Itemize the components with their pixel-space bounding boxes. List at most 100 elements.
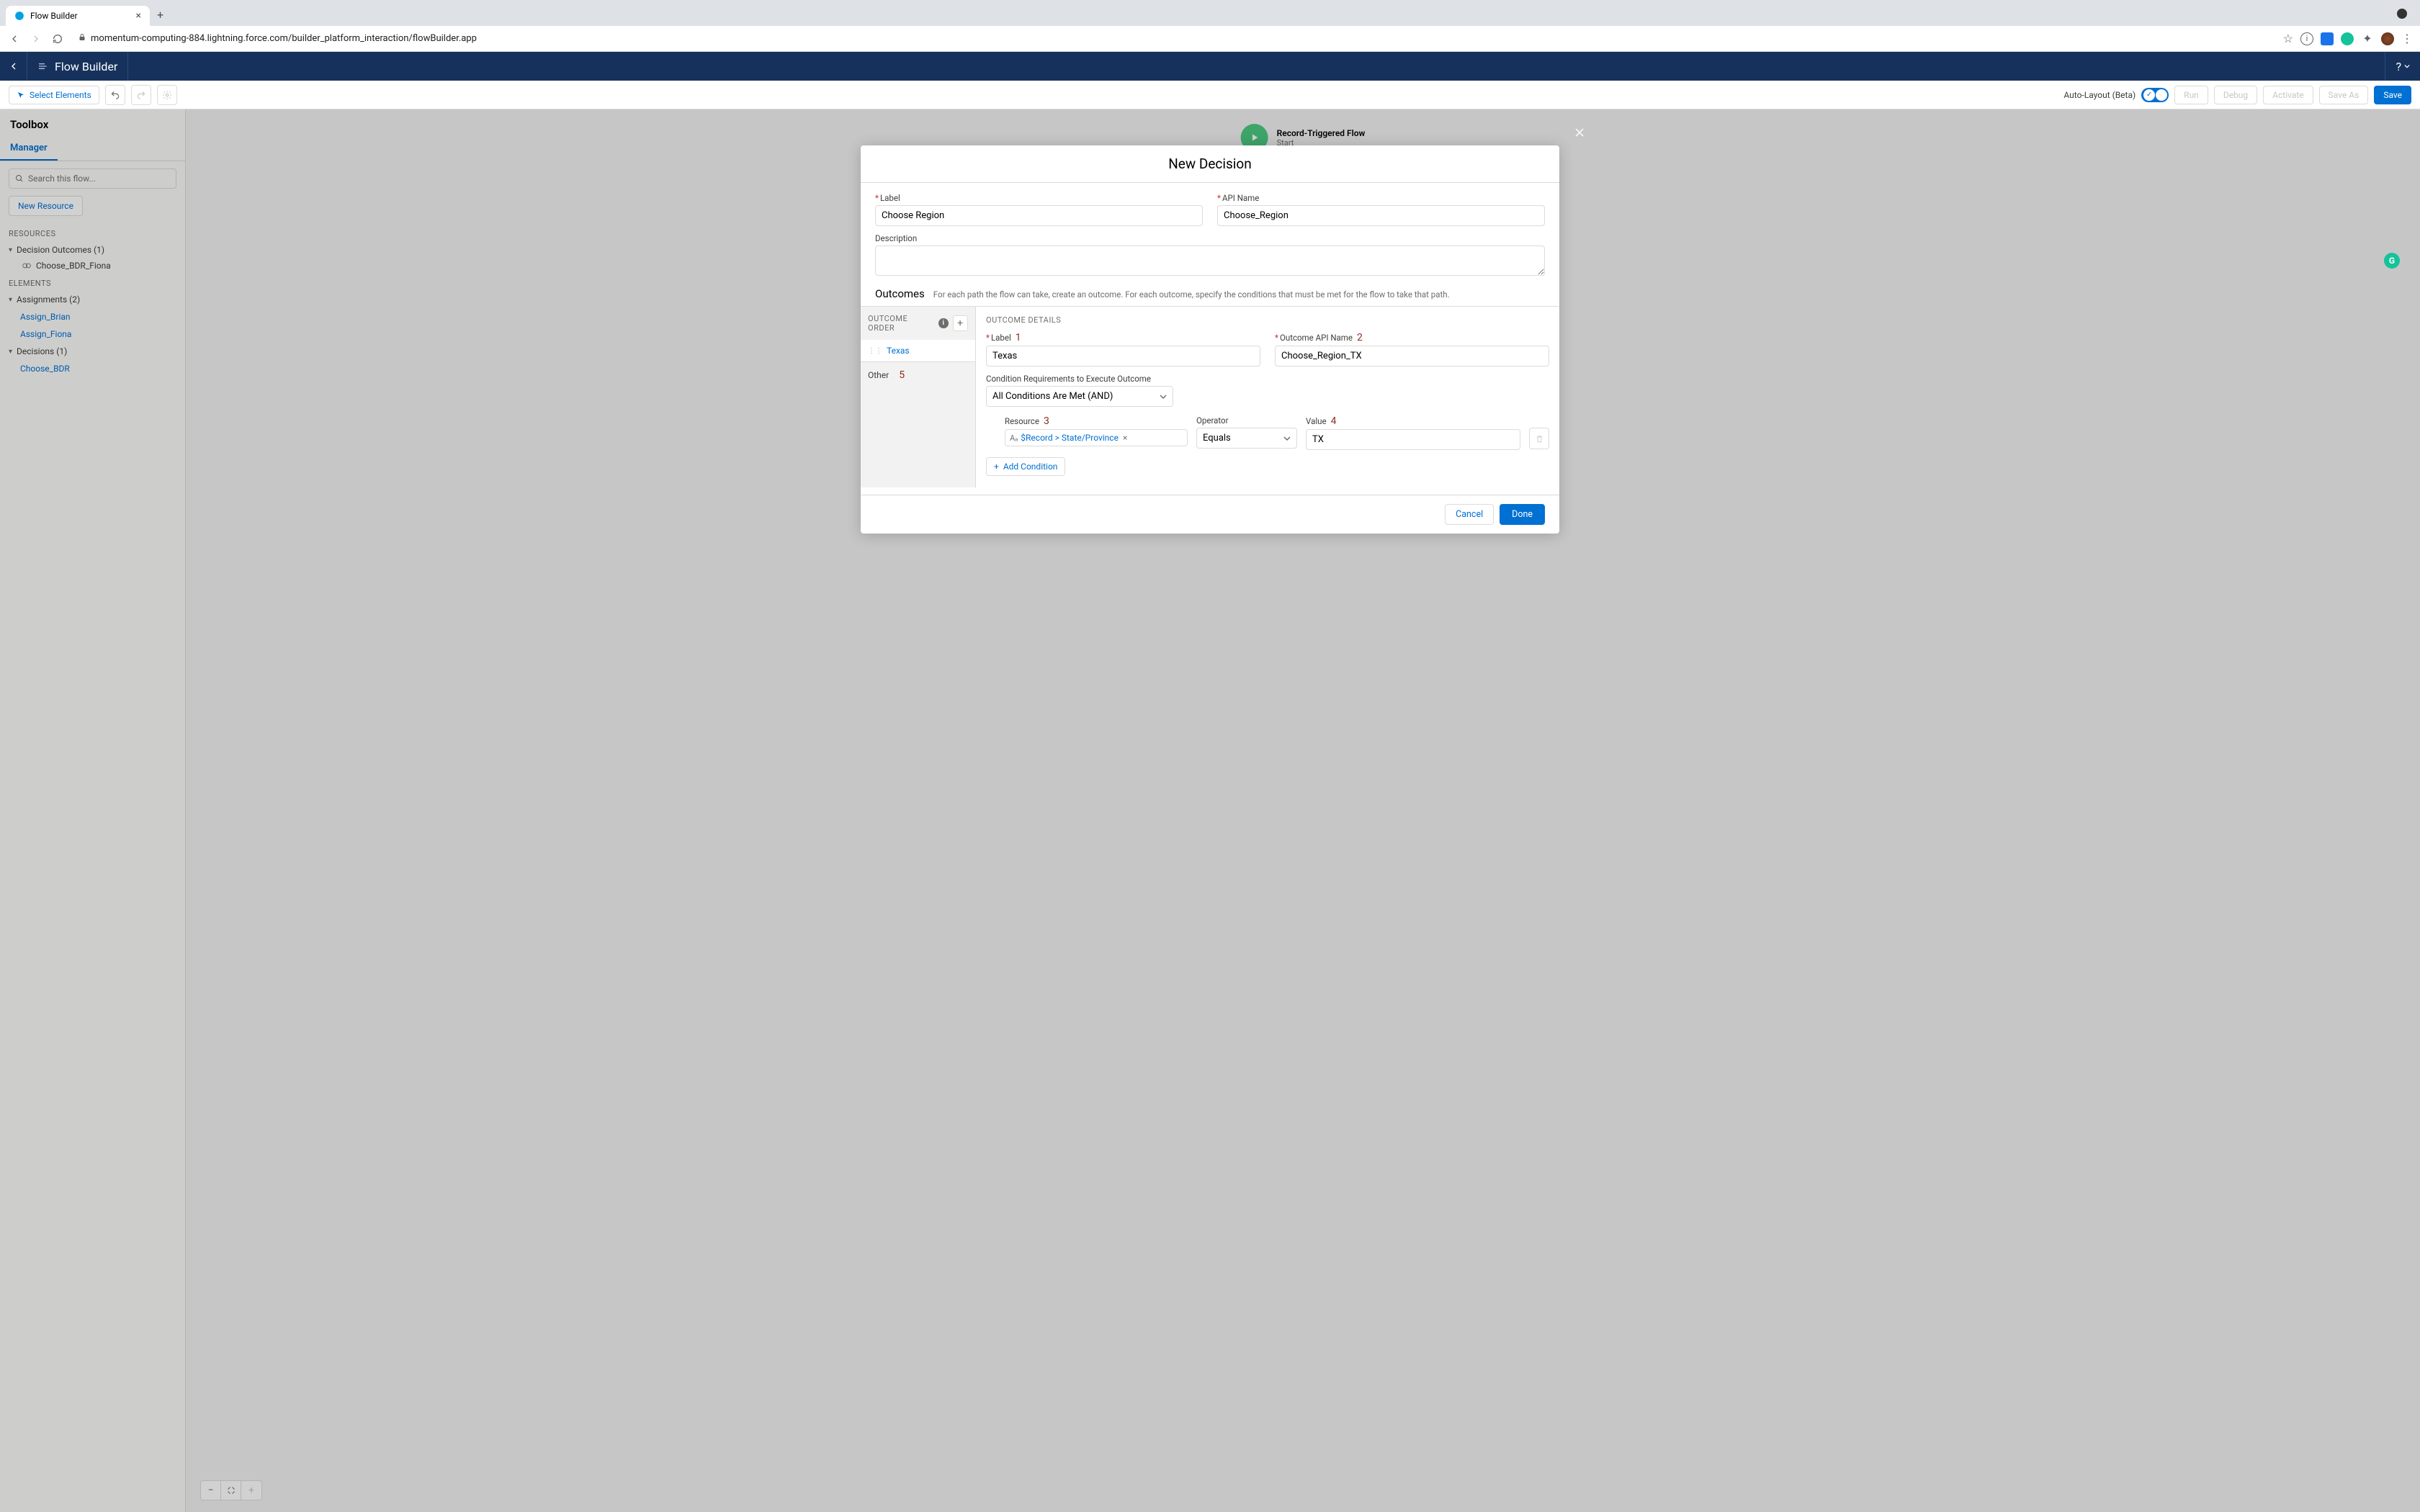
app-back-button[interactable] — [0, 52, 27, 81]
app-header: Flow Builder ? — [0, 52, 2420, 81]
api-name-input[interactable] — [1217, 205, 1545, 226]
outcomes-body: OUTCOME ORDER i + ⋮⋮ Texas Other 5 OUTCO… — [861, 306, 1559, 487]
new-tab-button[interactable]: + — [150, 4, 171, 26]
browser-tab[interactable]: Flow Builder × — [6, 6, 150, 26]
operator-label: Operator — [1196, 415, 1297, 426]
annotation-2: 2 — [1357, 332, 1363, 343]
outcomes-header: Outcomes For each path the flow can take… — [861, 283, 1559, 306]
salesforce-icon — [14, 11, 24, 21]
gear-icon — [162, 90, 172, 100]
outcome-item-other[interactable]: Other 5 — [861, 362, 975, 388]
trash-icon — [1535, 434, 1544, 444]
modal-overlay: × New Decision *Label *API Name Descript… — [0, 109, 2420, 1512]
pill-remove-icon[interactable]: × — [1123, 433, 1127, 443]
flow-icon — [37, 60, 49, 72]
resource-label: Resource3 — [1005, 415, 1188, 427]
app-toolbar: Select Elements Auto-Layout (Beta) ✓ Run… — [0, 81, 2420, 109]
modal-body: *Label *API Name Description G — [861, 183, 1559, 283]
star-icon[interactable]: ☆ — [2283, 32, 2293, 45]
annotation-1: 1 — [1016, 332, 1021, 343]
modal-footer: Cancel Done — [861, 495, 1559, 534]
annotation-4: 4 — [1331, 415, 1337, 427]
chevron-down-icon — [1160, 393, 1167, 400]
outcome-details-heading: OUTCOME DETAILS — [986, 315, 1549, 325]
annotation-5: 5 — [899, 369, 905, 381]
debug-button: Debug — [2214, 86, 2257, 104]
help-button[interactable]: ? — [2385, 52, 2420, 81]
avatar-icon[interactable] — [2381, 32, 2394, 45]
settings-button[interactable] — [157, 85, 177, 105]
extension-icons: i ✦ ⋮ — [2300, 32, 2413, 45]
tab-title: Flow Builder — [30, 11, 78, 21]
operator-select[interactable]: Equals — [1196, 428, 1297, 449]
window-control-icon[interactable] — [2397, 9, 2407, 19]
chevron-down-icon — [2404, 63, 2410, 69]
text-type-icon: Aₐ — [1010, 433, 1018, 443]
condition-row: Resource3 Aₐ $Record > State/Province × — [986, 415, 1549, 450]
modal-title: New Decision — [861, 145, 1559, 183]
window-controls — [2397, 8, 2414, 26]
outcome-details-panel: OUTCOME DETAILS *Label1 *Outcome API Nam… — [976, 307, 1559, 487]
cursor-icon — [17, 91, 25, 99]
activate-button: Activate — [2263, 86, 2313, 104]
reload-button[interactable] — [50, 32, 65, 46]
cancel-button[interactable]: Cancel — [1445, 504, 1494, 525]
done-button[interactable]: Done — [1500, 504, 1545, 525]
lock-icon — [78, 33, 86, 45]
plus-icon: + — [994, 462, 999, 472]
outcome-api-input[interactable] — [1275, 346, 1549, 366]
value-input[interactable] — [1306, 429, 1520, 450]
blue-ext-icon[interactable] — [2321, 32, 2334, 45]
outcome-label-field-label: *Label1 — [986, 332, 1260, 343]
auto-layout-label: Auto-Layout (Beta) — [2063, 90, 2136, 100]
main: Toolbox Manager New Resource RESOURCES ▾… — [0, 109, 2420, 1512]
grammarly-icon[interactable]: G — [2384, 253, 2400, 269]
resource-pill[interactable]: $Record > State/Province × — [1021, 433, 1127, 443]
app-title: Flow Builder — [27, 52, 128, 81]
browser-tab-bar: Flow Builder × + — [0, 0, 2420, 26]
annotation-3: 3 — [1044, 415, 1049, 427]
save-as-button: Save As — [2319, 86, 2369, 104]
value-label: Value4 — [1306, 415, 1520, 427]
back-button[interactable] — [7, 32, 22, 46]
app-title-text: Flow Builder — [55, 60, 117, 73]
puzzle-ext-icon[interactable]: ✦ — [2361, 32, 2374, 45]
auto-layout-toggle-wrap: Auto-Layout (Beta) ✓ — [2063, 88, 2169, 102]
outcome-item-texas[interactable]: ⋮⋮ Texas — [861, 340, 975, 362]
outcomes-heading: Outcomes — [875, 287, 925, 300]
resource-input[interactable]: Aₐ $Record > State/Province × — [1005, 429, 1188, 446]
auto-layout-toggle[interactable]: ✓ — [2141, 88, 2169, 102]
modal: New Decision *Label *API Name Descriptio… — [861, 145, 1559, 534]
forward-button[interactable] — [29, 32, 43, 46]
label-input[interactable] — [875, 205, 1203, 226]
info-ext-icon[interactable]: i — [2300, 32, 2313, 45]
condition-req-select[interactable]: All Conditions Are Met (AND) — [986, 386, 1173, 407]
browser-address-row: momentum-computing-884.lightning.force.c… — [0, 26, 2420, 52]
redo-button[interactable] — [131, 85, 151, 105]
modal-close-button[interactable]: × — [1574, 121, 1585, 143]
close-tab-icon[interactable]: × — [136, 10, 141, 22]
address-bar[interactable]: momentum-computing-884.lightning.force.c… — [72, 33, 2276, 45]
condition-req-label: Condition Requirements to Execute Outcom… — [986, 374, 1549, 384]
api-name-field-label: *API Name — [1217, 193, 1545, 203]
label-field-label: *Label — [875, 193, 1203, 203]
drag-handle-icon[interactable]: ⋮⋮ — [868, 347, 882, 355]
kebab-menu-icon[interactable]: ⋮ — [2401, 32, 2413, 45]
grammarly-ext-icon[interactable] — [2341, 32, 2354, 45]
chevron-down-icon — [1283, 435, 1291, 442]
url-text: momentum-computing-884.lightning.force.c… — [91, 33, 477, 44]
outcomes-hint: For each path the flow can take, create … — [933, 289, 1450, 300]
undo-button[interactable] — [105, 85, 125, 105]
delete-condition-button[interactable] — [1529, 428, 1549, 449]
run-button: Run — [2174, 86, 2208, 104]
description-input[interactable] — [875, 246, 1545, 276]
add-condition-button[interactable]: + Add Condition — [986, 457, 1065, 476]
description-field-label: Description — [875, 233, 1545, 243]
check-icon: ✓ — [2143, 89, 2155, 101]
info-icon[interactable]: i — [938, 318, 949, 328]
add-outcome-button[interactable]: + — [953, 315, 968, 331]
select-elements-button[interactable]: Select Elements — [9, 86, 99, 104]
outcome-order-header: OUTCOME ORDER i + — [861, 307, 975, 340]
outcome-label-input[interactable] — [986, 346, 1260, 366]
save-button[interactable]: Save — [2374, 86, 2411, 104]
